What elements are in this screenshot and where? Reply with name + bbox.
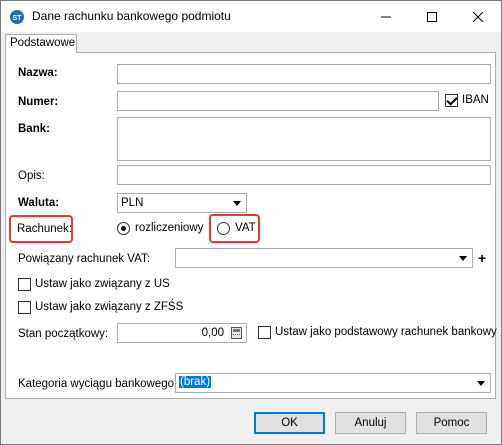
waluta-select[interactable]: PLN: [117, 193, 247, 213]
close-icon: [473, 11, 483, 22]
podstawowy-checkbox[interactable]: [258, 326, 271, 339]
powiazany-select[interactable]: [175, 248, 473, 268]
zfss-checkbox[interactable]: [18, 301, 31, 314]
us-checkbox[interactable]: [18, 278, 31, 291]
bank-input[interactable]: [117, 117, 491, 161]
iban-label: IBAN: [462, 94, 489, 106]
chevron-down-icon: [459, 256, 467, 261]
numer-input[interactable]: [117, 91, 439, 111]
ok-button[interactable]: OK: [254, 412, 325, 434]
rachunek-label: Rachunek:: [17, 223, 72, 235]
bank-label: Bank:: [18, 123, 50, 135]
nazwa-label: Nazwa:: [18, 67, 58, 79]
radio-vat[interactable]: [217, 222, 230, 235]
dialog-window: ST Dane rachunku bankowego podmiotu Pods…: [0, 0, 502, 445]
minimize-button[interactable]: [363, 1, 409, 32]
calculator-icon[interactable]: [231, 327, 242, 339]
kategoria-label: Kategoria wyciągu bankowego:: [18, 378, 178, 390]
nazwa-input[interactable]: [117, 64, 491, 84]
title-bar[interactable]: ST Dane rachunku bankowego podmiotu: [1, 1, 501, 32]
chevron-down-icon: [233, 201, 241, 206]
opis-label: Opis:: [18, 170, 45, 182]
app-logo-icon: ST: [10, 10, 24, 24]
stan-label: Stan początkowy:: [18, 328, 109, 340]
tab-panel: Nazwa: Numer: IBAN Bank: Opis: Waluta: P…: [5, 52, 497, 399]
minimize-icon: [381, 16, 391, 17]
us-label: Ustaw jako związany z US: [35, 278, 170, 290]
rozliczeniowy-label: rozliczeniowy: [135, 222, 204, 234]
radio-rozliczeniowy[interactable]: [117, 222, 130, 235]
opis-input[interactable]: [117, 165, 491, 185]
vat-label: VAT: [235, 222, 256, 234]
close-button[interactable]: [455, 1, 501, 32]
maximize-icon: [427, 11, 437, 22]
podstawowy-label: Ustaw jako podstawowy rachunek bankowy: [275, 326, 497, 338]
window-title: Dane rachunku bankowego podmiotu: [32, 9, 231, 23]
waluta-label: Waluta:: [18, 197, 60, 209]
kategoria-value: (brak): [179, 376, 212, 388]
help-button[interactable]: Pomoc: [416, 412, 487, 434]
zfss-label: Ustaw jako związany z ZFŚS: [35, 301, 184, 313]
iban-checkbox[interactable]: [445, 94, 458, 107]
waluta-value: PLN: [121, 197, 144, 209]
stan-input[interactable]: 0,00: [117, 323, 247, 343]
maximize-button[interactable]: [409, 1, 455, 32]
svg-text:ST: ST: [13, 15, 23, 22]
chevron-down-icon: [477, 381, 485, 386]
powiazany-label: Powiązany rachunek VAT:: [18, 253, 150, 265]
cancel-button[interactable]: Anuluj: [335, 412, 406, 434]
kategoria-select[interactable]: (brak): [175, 373, 491, 393]
tab-podstawowe[interactable]: Podstawowe: [5, 34, 77, 53]
numer-label: Numer:: [18, 96, 59, 108]
stan-value: 0,00: [201, 327, 224, 339]
add-icon[interactable]: +: [478, 251, 486, 265]
